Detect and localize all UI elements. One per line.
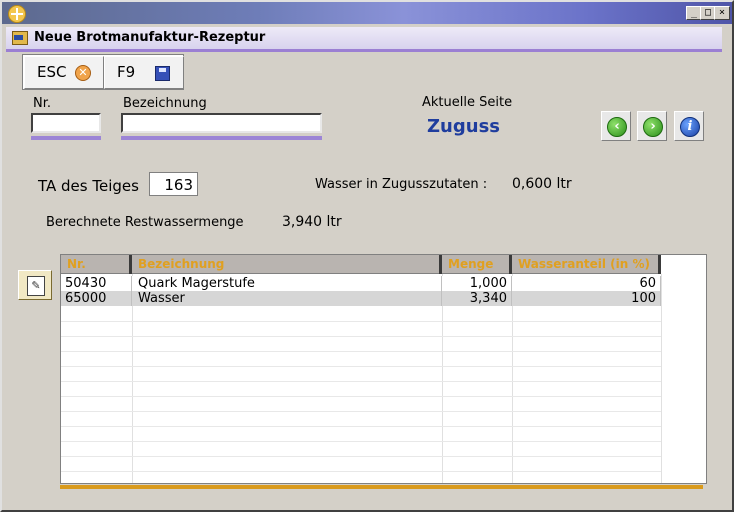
row-gridline (61, 381, 661, 382)
footer-accent-bar (60, 485, 703, 489)
folder-icon (12, 31, 28, 45)
cell-menge: 1,000 (442, 276, 512, 291)
cell-wasseranteil: 100 (512, 291, 661, 306)
info-icon: i (680, 117, 700, 137)
ta-label: TA des Teiges (38, 177, 139, 195)
row-gridline (61, 471, 661, 472)
cell-wasseranteil: 60 (512, 276, 661, 291)
row-gridline (61, 396, 661, 397)
water-value: 0,600 ltr (512, 176, 572, 192)
f9-button-label: F9 (117, 63, 136, 81)
ta-value-field[interactable]: 163 (149, 172, 198, 196)
row-gridline (61, 351, 661, 352)
rest-water-value: 3,940 ltr (282, 214, 342, 230)
ingredients-table[interactable]: Nr. Bezeichnung Menge Wasseranteil (in %… (60, 254, 707, 484)
table-edit-icon: ✎ (27, 276, 45, 296)
toolbar: ESC ✕ F9 (22, 54, 184, 90)
rest-water-label: Berechnete Restwassermenge (46, 215, 244, 230)
cell-nr: 65000 (61, 291, 132, 306)
esc-button[interactable]: ESC ✕ (24, 56, 104, 89)
save-disk-icon (155, 66, 170, 81)
table-edit-button[interactable]: ✎ (18, 270, 52, 300)
cell-bezeichnung: Quark Magerstufe (132, 276, 442, 291)
form-header: Neue Brotmanufaktur-Rezeptur (6, 27, 722, 52)
cell-bezeichnung: Wasser (132, 291, 442, 306)
window-titlebar[interactable]: _ □ × (2, 2, 732, 24)
row-gridline (61, 321, 661, 322)
row-gridline (61, 411, 661, 412)
row-gridline (61, 456, 661, 457)
table-header: Nr. Bezeichnung Menge Wasseranteil (in %… (61, 255, 661, 274)
back-button[interactable]: ‹ (601, 111, 631, 141)
cancel-icon: ✕ (75, 65, 91, 81)
row-gridline (61, 426, 661, 427)
close-button[interactable]: × (714, 6, 730, 20)
nr-underline (31, 136, 101, 140)
col-header-wasseranteil[interactable]: Wasseranteil (in %) (512, 255, 661, 274)
col-header-bezeichnung[interactable]: Bezeichnung (132, 255, 442, 274)
f9-save-button[interactable]: F9 (104, 56, 184, 89)
table-row[interactable]: 65000 Wasser 3,340 100 (61, 291, 661, 306)
arrow-right-icon: › (643, 117, 663, 137)
esc-button-label: ESC (37, 63, 67, 81)
arrow-left-icon: ‹ (607, 117, 627, 137)
bezeichnung-label: Bezeichnung (123, 96, 207, 111)
form-title: Neue Brotmanufaktur-Rezeptur (34, 30, 266, 45)
col-header-nr[interactable]: Nr. (61, 255, 132, 274)
bezeichnung-underline (121, 136, 322, 140)
row-gridline (61, 441, 661, 442)
nr-label: Nr. (33, 96, 52, 111)
nr-input[interactable] (31, 113, 101, 133)
col-header-menge[interactable]: Menge (442, 255, 512, 274)
cell-menge: 3,340 (442, 291, 512, 306)
table-row[interactable]: 50430 Quark Magerstufe 1,000 60 (61, 276, 661, 291)
row-gridline (61, 336, 661, 337)
current-page-label: Aktuelle Seite (422, 95, 513, 110)
row-gridline (61, 366, 661, 367)
water-label: Wasser in Zugusszutaten : (315, 177, 488, 192)
app-icon (8, 5, 26, 23)
current-page-title: Zuguss (427, 116, 500, 137)
forward-button[interactable]: › (637, 111, 667, 141)
col-divider (661, 274, 662, 483)
info-button[interactable]: i (674, 111, 704, 141)
cell-nr: 50430 (61, 276, 132, 291)
bezeichnung-input[interactable] (121, 113, 322, 133)
